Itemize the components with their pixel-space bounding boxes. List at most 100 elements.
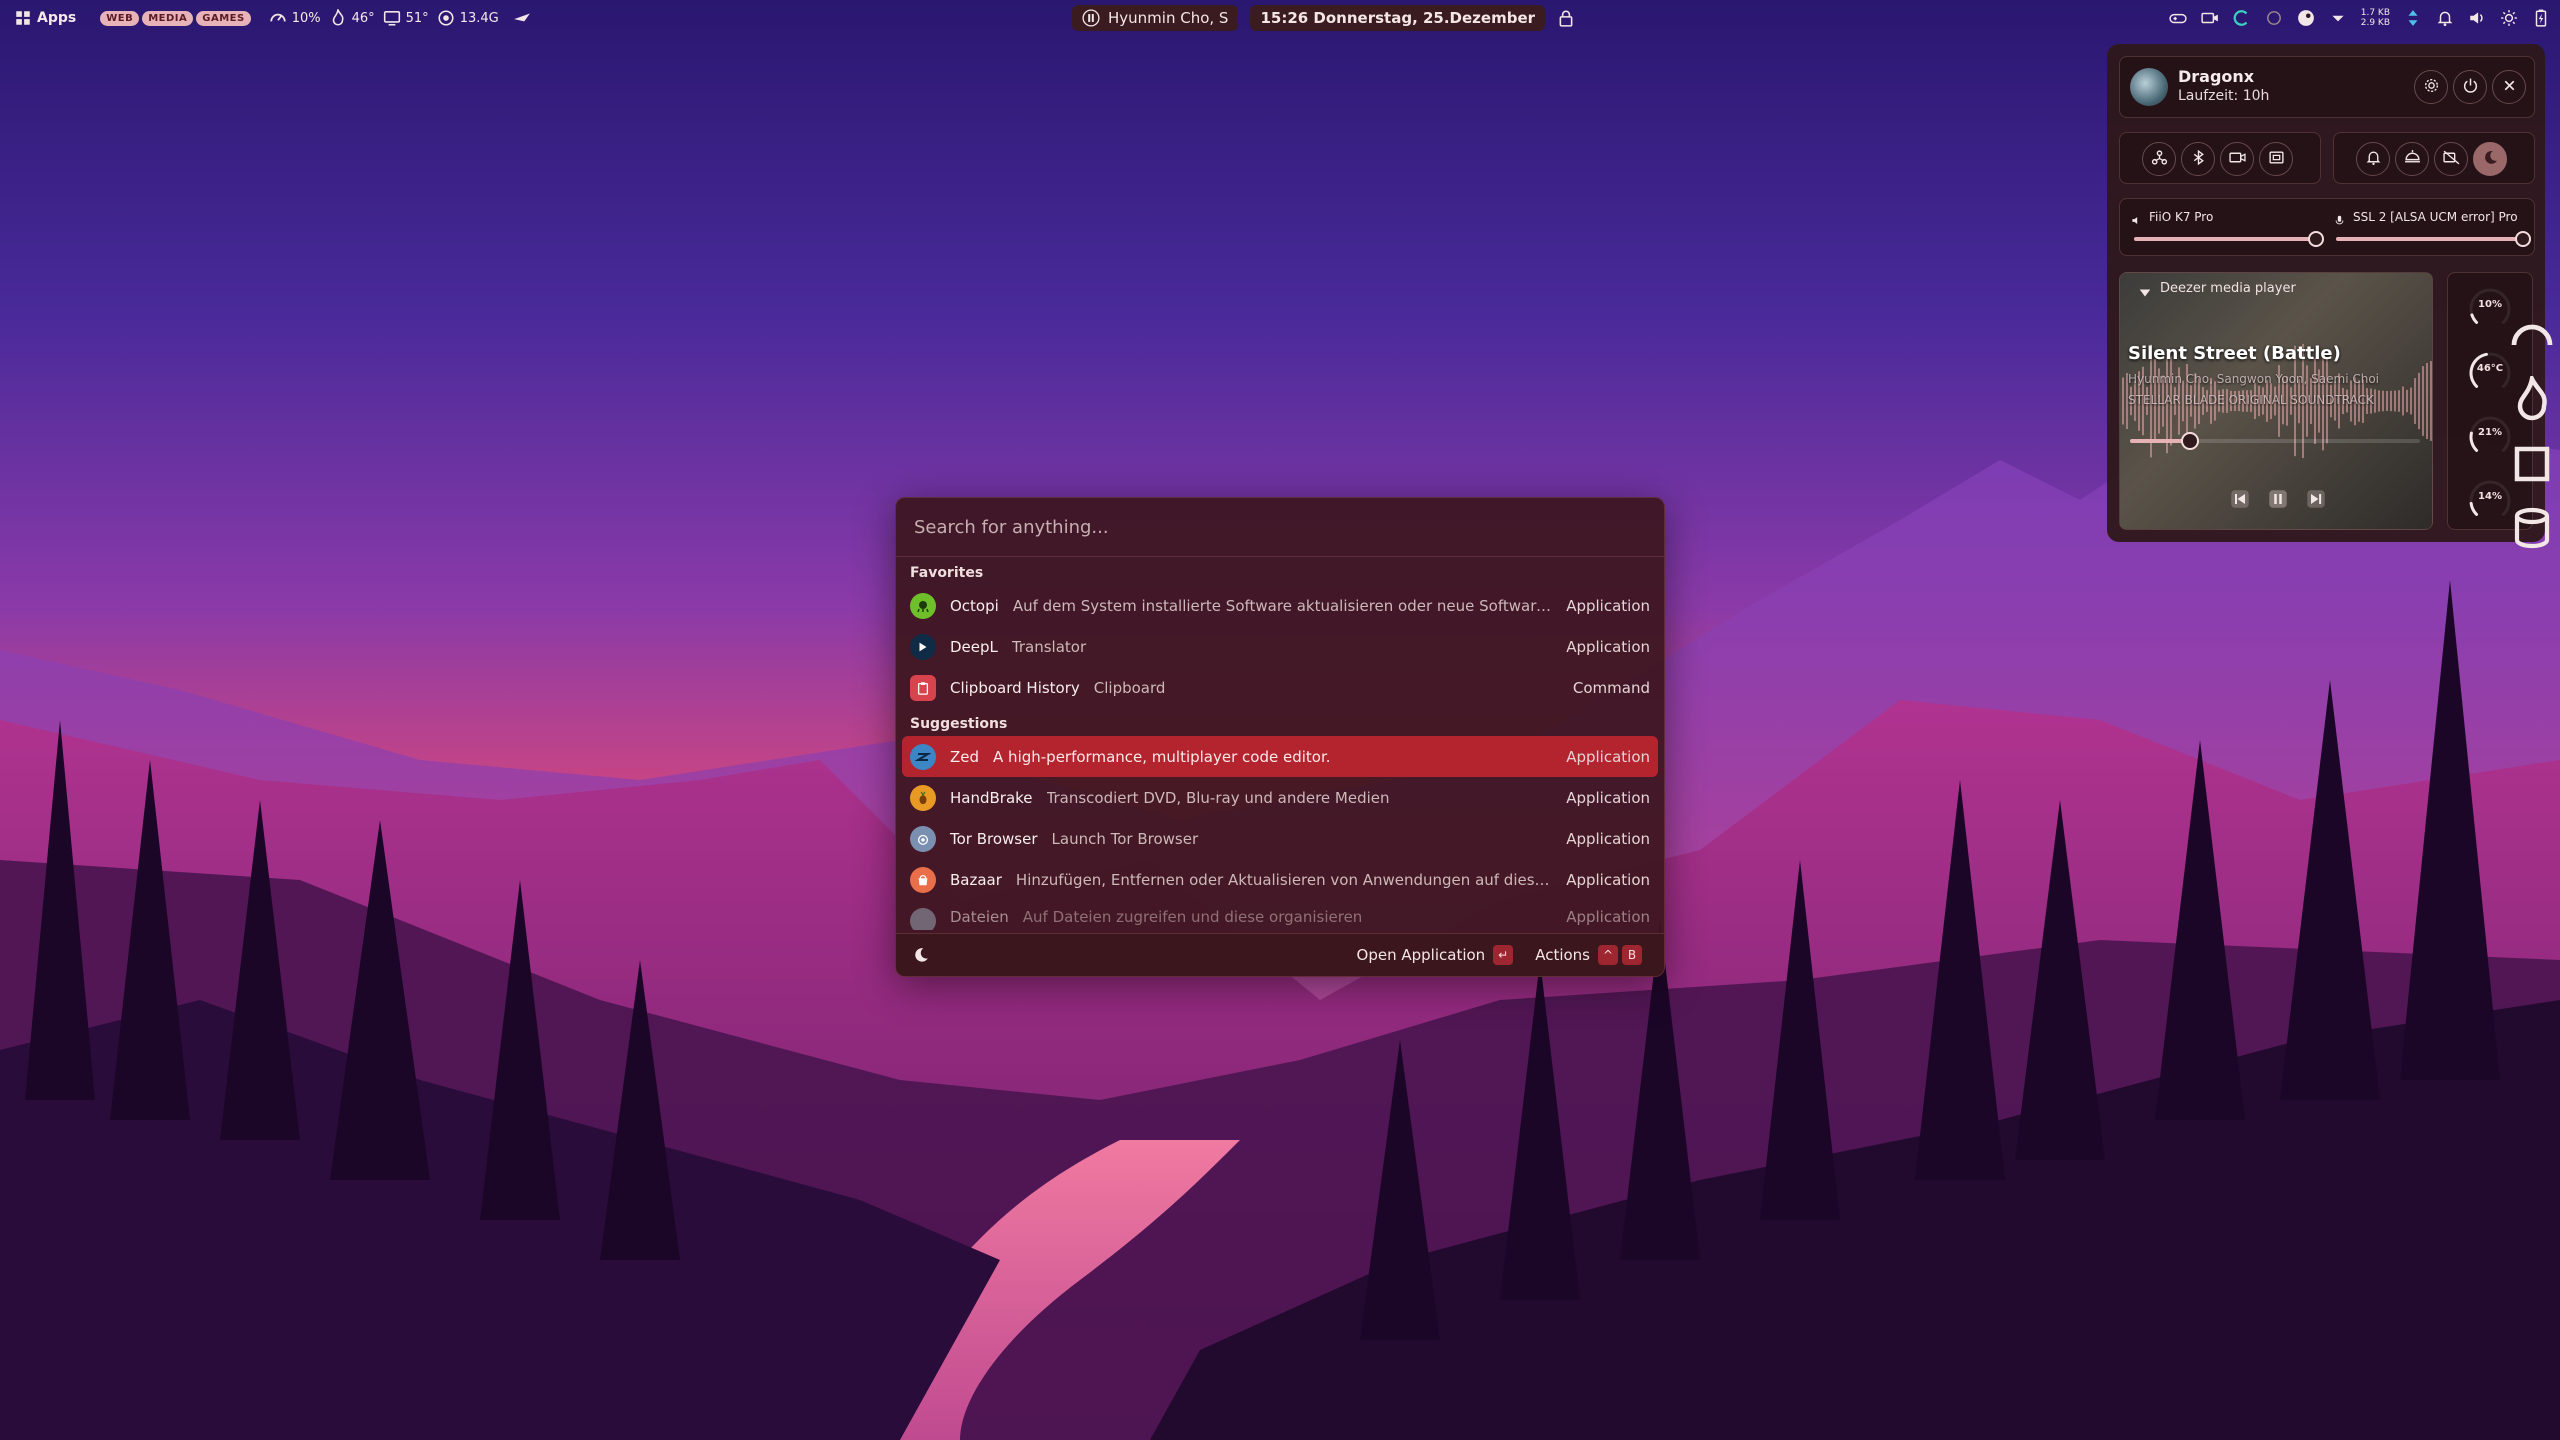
media-player-card: Deezer media player Silent Street (Battl… (2119, 272, 2433, 530)
now-playing-text: Hyunmin Cho, S (1108, 9, 1229, 27)
result-deepl[interactable]: DeepL Translator Application (902, 626, 1658, 667)
visualizer-bar (2394, 390, 2396, 412)
camera-off-icon (2442, 149, 2460, 170)
notifications-toggle[interactable] (2356, 142, 2390, 176)
monitor-icon (383, 9, 401, 27)
network-speed: 1.7 KB 2.9 KB (2360, 8, 2390, 28)
microphone-icon (2334, 211, 2345, 230)
result-handbrake[interactable]: HandBrake Transcodiert DVD, Blu-ray und … (902, 777, 1658, 818)
workspace-web[interactable]: WEB (100, 10, 140, 26)
result-octopi[interactable]: Octopi Auf dem System installierte Softw… (902, 585, 1658, 626)
favorites-heading: Favorites (910, 565, 984, 581)
brightness-icon[interactable] (2500, 9, 2518, 27)
visualizer-bar (2402, 386, 2404, 416)
actions-menu-button[interactable]: Actions ^ B (1535, 945, 1642, 965)
input-volume-slider[interactable] (2336, 231, 2532, 247)
clock[interactable]: 15:26 Donnerstag, 25.Dezember (1250, 5, 1546, 31)
battery-icon[interactable] (2532, 9, 2550, 27)
output-volume-slider[interactable] (2134, 231, 2324, 247)
result-dateien[interactable]: Dateien Auf Dateien zugreifen und diese … (902, 900, 1658, 930)
next-button[interactable] (2306, 489, 2326, 513)
tray-circle-icon[interactable] (2265, 9, 2283, 27)
quick-toggles-right (2333, 132, 2535, 184)
settings-button[interactable] (2414, 70, 2448, 104)
visualizer-bar (2398, 390, 2400, 412)
volume-icon[interactable] (2468, 9, 2486, 27)
input-volume-knob[interactable] (2515, 231, 2532, 247)
apps-button[interactable]: Apps (14, 9, 76, 27)
plane-icon[interactable] (513, 9, 531, 27)
chevron-down-icon[interactable] (2138, 285, 2152, 304)
gauge-icon (269, 9, 287, 27)
previous-button[interactable] (2230, 489, 2250, 513)
app-tray-icon[interactable] (2233, 9, 2251, 27)
camera-icon[interactable] (2201, 9, 2219, 27)
song-title: Silent Street (Battle) (2128, 343, 2341, 364)
network-toggle[interactable] (2142, 142, 2176, 176)
deepl-icon (910, 633, 936, 660)
gear-icon (2423, 77, 2440, 98)
launcher-search-input[interactable]: Search for anything... (896, 498, 1664, 557)
result-tor-browser[interactable]: Tor Browser Launch Tor Browser Applicati… (902, 818, 1658, 859)
grid-icon (14, 9, 32, 27)
b-key: B (1622, 945, 1642, 965)
user-card: Dragonx Laufzeit: 10h (2119, 56, 2535, 118)
brightness-toggle[interactable] (2395, 142, 2429, 176)
media-progress-fill (2130, 439, 2188, 443)
bluetooth-icon (2190, 149, 2207, 170)
lock-icon[interactable] (1557, 9, 1575, 27)
bell-icon[interactable] (2436, 9, 2454, 27)
visualizer-bar (2418, 372, 2420, 430)
dnd-toggle[interactable] (2473, 142, 2507, 176)
media-progress-knob[interactable] (2181, 432, 2199, 450)
gpu-stat: 51° (383, 9, 429, 27)
input-device-label: SSL 2 [ALSA UCM error] Pro (2353, 210, 2518, 224)
temperature-gauge: 46°C (2448, 349, 2547, 421)
song-artist: Hyunmin Cho, Sangwon Yoon, Saemi Choi (2128, 372, 2380, 386)
camera-toggle[interactable] (2220, 142, 2254, 176)
visualizer-bar (2122, 377, 2124, 425)
pause-button[interactable] (2268, 489, 2288, 513)
visualizer-bar (2414, 378, 2416, 424)
screenshot-toggle[interactable] (2259, 142, 2293, 176)
gpu-gauge: 21% (2448, 413, 2550, 482)
audio-card: FiiO K7 Pro SSL 2 [ALSA UCM error] Pro (2119, 198, 2535, 256)
uptime: Laufzeit: 10h (2178, 88, 2270, 104)
open-application-action[interactable]: Open Application ↵ (1357, 945, 1514, 965)
result-bazaar[interactable]: Bazaar Hinzufügen, Entfernen oder Aktual… (902, 859, 1658, 900)
workspace-games[interactable]: GAMES (196, 10, 251, 26)
power-button[interactable] (2453, 70, 2487, 104)
user-name: Dragonx (2178, 67, 2255, 86)
gamepad-icon[interactable] (2169, 9, 2187, 27)
workspace-media[interactable]: MEDIA (142, 10, 194, 26)
speaker-icon (2131, 211, 2142, 230)
song-album: STELLAR BLADE ORIGINAL SOUNDTRACK (2128, 393, 2374, 407)
steam-icon[interactable] (2297, 9, 2315, 27)
avatar[interactable] (2130, 68, 2168, 106)
visualizer-bar (2426, 362, 2428, 440)
apps-label: Apps (37, 10, 77, 26)
camera-off-toggle[interactable] (2434, 142, 2468, 176)
media-player-name: Deezer media player (2160, 281, 2296, 296)
ctrl-key: ^ (1598, 945, 1618, 965)
chevron-down-icon[interactable] (2329, 9, 2347, 27)
cpu-gauge: 10% (2448, 285, 2553, 346)
top-bar: Apps WEB MEDIA GAMES 10% 46° 51° 13.4G H… (0, 0, 2560, 36)
moon-icon (2482, 149, 2499, 170)
now-playing-pill[interactable]: Hyunmin Cho, S (1072, 5, 1239, 31)
result-zed[interactable]: Zed A high-performance, multiplayer code… (902, 736, 1658, 777)
result-clipboard-history[interactable]: Clipboard History Clipboard Command (902, 667, 1658, 708)
visualizer-bar (2422, 366, 2424, 436)
network-icon (2151, 149, 2168, 170)
close-button[interactable] (2492, 70, 2526, 104)
app-launcher: Search for anything... Favorites Octopi … (895, 497, 1665, 977)
temp-stat: 46° (329, 9, 375, 27)
output-volume-knob[interactable] (2307, 231, 2324, 247)
bluetooth-toggle[interactable] (2181, 142, 2215, 176)
media-progress-slider[interactable] (2130, 432, 2420, 450)
cpu-stat: 10% (269, 9, 321, 27)
camera-icon (2228, 149, 2246, 170)
search-placeholder: Search for anything... (914, 516, 1109, 538)
pineapple-icon (910, 784, 936, 811)
pause-icon (1082, 9, 1100, 27)
